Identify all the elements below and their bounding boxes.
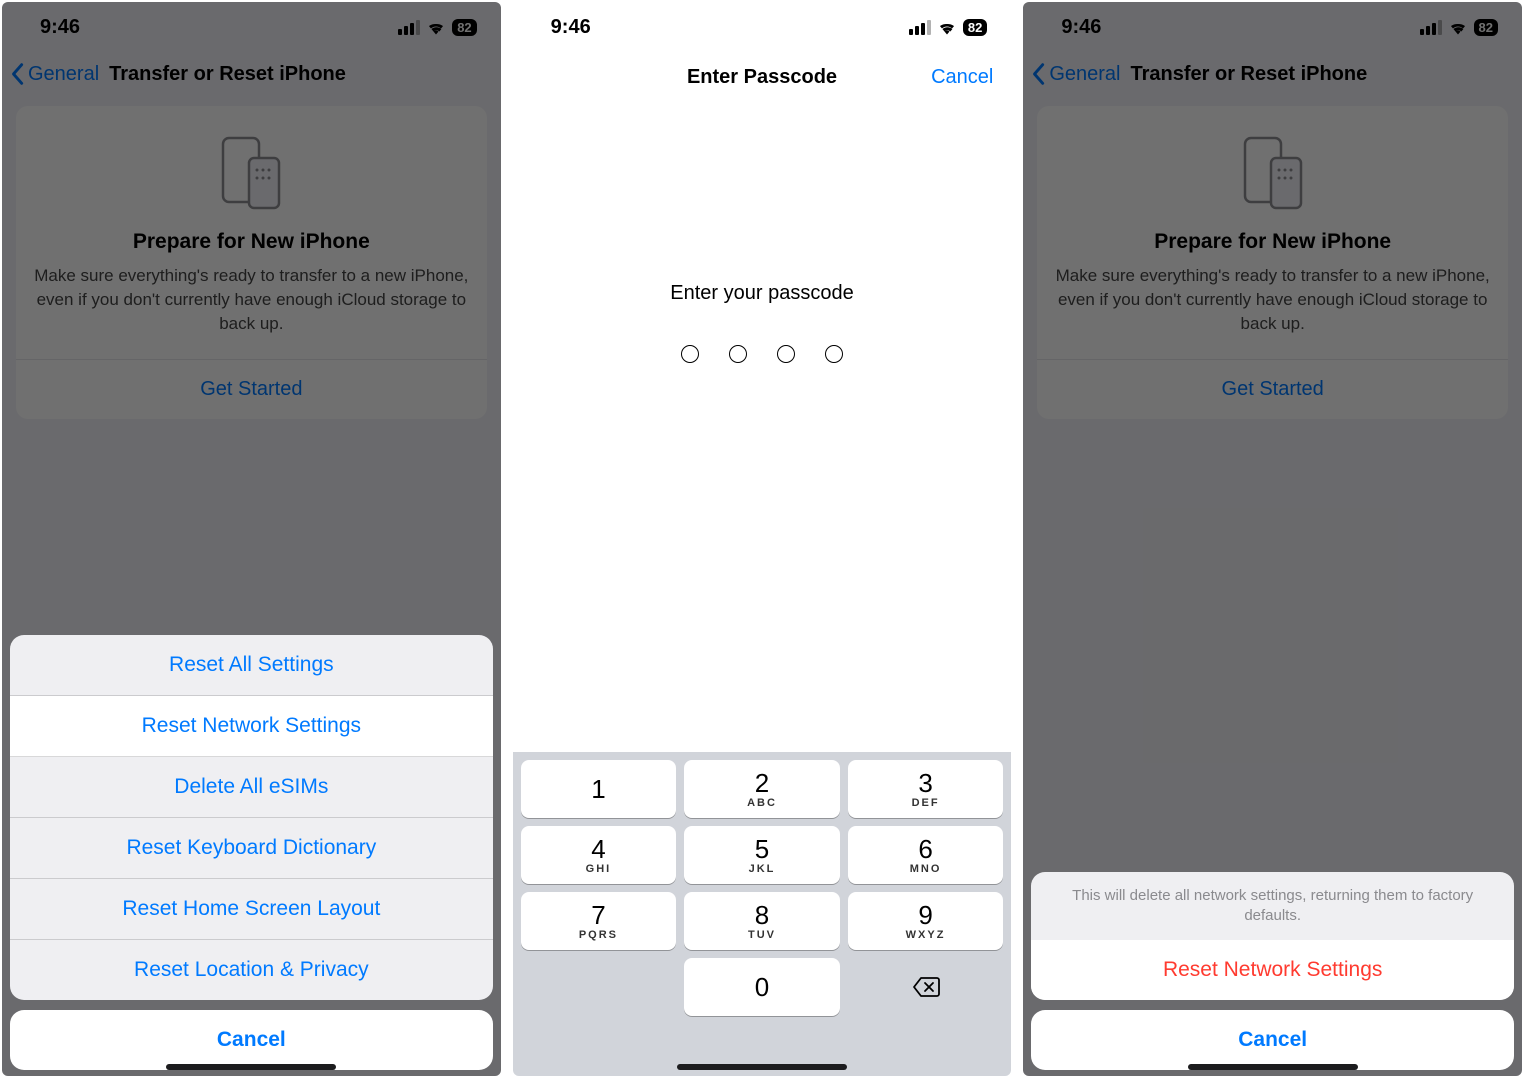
numeric-keypad: 12ABC3DEF4GHI5JKL6MNO7PQRS8TUV9WXYZ0 bbox=[513, 752, 1012, 1076]
wifi-icon bbox=[937, 19, 957, 35]
back-button[interactable]: General bbox=[1049, 63, 1120, 86]
reset-all-settings-option[interactable]: Reset All Settings bbox=[10, 635, 493, 696]
reset-keyboard-dictionary-option[interactable]: Reset Keyboard Dictionary bbox=[10, 818, 493, 879]
nav-bar: General Transfer or Reset iPhone bbox=[1023, 52, 1522, 96]
key-letters: DEF bbox=[912, 797, 940, 809]
passcode-dots bbox=[681, 345, 843, 363]
passcode-body: Enter your passcode bbox=[513, 102, 1012, 752]
passcode-header: Enter Passcode Cancel bbox=[513, 52, 1012, 102]
delete-all-esims-option[interactable]: Delete All eSIMs bbox=[10, 757, 493, 818]
confirm-reset-sheet: This will delete all network settings, r… bbox=[1031, 872, 1514, 1071]
get-started-button[interactable]: Get Started bbox=[1053, 360, 1492, 419]
prepare-title: Prepare for New iPhone bbox=[1053, 230, 1492, 254]
prepare-description: Make sure everything's ready to transfer… bbox=[1053, 264, 1492, 335]
reset-location-privacy-option[interactable]: Reset Location & Privacy bbox=[10, 940, 493, 1000]
keypad-key-2[interactable]: 2ABC bbox=[684, 760, 840, 818]
status-bar: 9:46 82 bbox=[513, 2, 1012, 52]
screenshot-confirm-reset: 9:46 82 General Transfer or Reset iPhone… bbox=[1023, 2, 1522, 1076]
keypad-key-0[interactable]: 0 bbox=[684, 958, 840, 1016]
key-number: 5 bbox=[755, 836, 769, 862]
status-time: 9:46 bbox=[40, 16, 80, 39]
prepare-title: Prepare for New iPhone bbox=[32, 230, 471, 254]
status-indicators: 82 bbox=[398, 19, 476, 36]
transfer-devices-icon bbox=[32, 134, 471, 212]
key-letters: TUV bbox=[748, 929, 776, 941]
key-letters: ABC bbox=[747, 797, 777, 809]
back-button[interactable]: General bbox=[28, 63, 99, 86]
keypad-key-8[interactable]: 8TUV bbox=[684, 892, 840, 950]
status-bar: 9:46 82 bbox=[1023, 2, 1522, 52]
status-time: 9:46 bbox=[551, 16, 591, 39]
keypad-key-3[interactable]: 3DEF bbox=[848, 760, 1004, 818]
reset-network-settings-option[interactable]: Reset Network Settings bbox=[10, 696, 493, 757]
reset-home-screen-option[interactable]: Reset Home Screen Layout bbox=[10, 879, 493, 940]
keypad-key-1[interactable]: 1 bbox=[521, 760, 677, 818]
cancel-button[interactable]: Cancel bbox=[1031, 1010, 1514, 1070]
key-number: 8 bbox=[755, 902, 769, 928]
passcode-dot bbox=[729, 345, 747, 363]
cellular-signal-icon bbox=[1420, 20, 1442, 35]
key-number: 3 bbox=[918, 770, 932, 796]
keypad-key-7[interactable]: 7PQRS bbox=[521, 892, 677, 950]
battery-badge: 82 bbox=[1474, 19, 1498, 36]
prepare-card: Prepare for New iPhone Make sure everyth… bbox=[16, 106, 487, 419]
key-number: 6 bbox=[918, 836, 932, 862]
status-indicators: 82 bbox=[909, 19, 987, 36]
keypad-delete-button[interactable] bbox=[848, 958, 1004, 1016]
back-chevron-icon[interactable] bbox=[10, 62, 24, 86]
status-bar: 9:46 82 bbox=[2, 2, 501, 52]
wifi-icon bbox=[1448, 19, 1468, 35]
keypad-key-5[interactable]: 5JKL bbox=[684, 826, 840, 884]
key-number: 2 bbox=[755, 770, 769, 796]
nav-title: Transfer or Reset iPhone bbox=[109, 63, 346, 86]
get-started-button[interactable]: Get Started bbox=[32, 360, 471, 419]
back-chevron-icon[interactable] bbox=[1031, 62, 1045, 86]
key-number: 1 bbox=[591, 776, 605, 802]
keypad-key-4[interactable]: 4GHI bbox=[521, 826, 677, 884]
key-number: 4 bbox=[591, 836, 605, 862]
passcode-dot bbox=[825, 345, 843, 363]
backspace-icon bbox=[912, 976, 940, 998]
key-letters: JKL bbox=[749, 863, 776, 875]
screenshot-enter-passcode: 9:46 82 Enter Passcode Cancel Enter your… bbox=[513, 2, 1012, 1076]
battery-badge: 82 bbox=[963, 19, 987, 36]
keypad-key-6[interactable]: 6MNO bbox=[848, 826, 1004, 884]
key-letters: MNO bbox=[910, 863, 942, 875]
battery-badge: 82 bbox=[452, 19, 476, 36]
prepare-card: Prepare for New iPhone Make sure everyth… bbox=[1037, 106, 1508, 419]
key-number: 9 bbox=[918, 902, 932, 928]
status-indicators: 82 bbox=[1420, 19, 1498, 36]
confirm-reset-network-button[interactable]: Reset Network Settings bbox=[1031, 940, 1514, 1000]
nav-title: Transfer or Reset iPhone bbox=[1131, 63, 1368, 86]
home-indicator[interactable] bbox=[166, 1064, 336, 1070]
status-time: 9:46 bbox=[1061, 16, 1101, 39]
passcode-dot bbox=[777, 345, 795, 363]
wifi-icon bbox=[426, 19, 446, 35]
cellular-signal-icon bbox=[909, 20, 931, 35]
cellular-signal-icon bbox=[398, 20, 420, 35]
key-number: 7 bbox=[591, 902, 605, 928]
passcode-title: Enter Passcode bbox=[687, 66, 837, 89]
keypad-blank bbox=[521, 958, 677, 1016]
keypad-key-9[interactable]: 9WXYZ bbox=[848, 892, 1004, 950]
key-letters: WXYZ bbox=[906, 929, 946, 941]
home-indicator[interactable] bbox=[677, 1064, 847, 1070]
reset-action-sheet: Reset All Settings Reset Network Setting… bbox=[10, 635, 493, 1070]
passcode-dot bbox=[681, 345, 699, 363]
key-letters: PQRS bbox=[579, 929, 618, 941]
nav-bar: General Transfer or Reset iPhone bbox=[2, 52, 501, 96]
key-letters: GHI bbox=[586, 863, 612, 875]
prepare-description: Make sure everything's ready to transfer… bbox=[32, 264, 471, 335]
home-indicator[interactable] bbox=[1188, 1064, 1358, 1070]
confirm-note: This will delete all network settings, r… bbox=[1031, 872, 1514, 941]
cancel-button[interactable]: Cancel bbox=[10, 1010, 493, 1070]
screenshot-reset-options: 9:46 82 General Transfer or Reset iPhone… bbox=[2, 2, 501, 1076]
passcode-prompt: Enter your passcode bbox=[670, 282, 853, 305]
key-number: 0 bbox=[755, 974, 769, 1000]
passcode-cancel-button[interactable]: Cancel bbox=[931, 66, 993, 89]
transfer-devices-icon bbox=[1053, 134, 1492, 212]
